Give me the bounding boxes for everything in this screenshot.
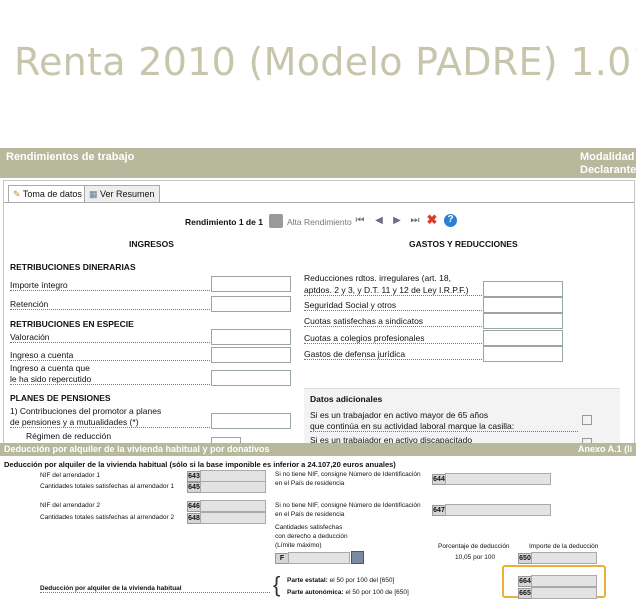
anexo-label: Anexo A.1 (li — [578, 444, 633, 454]
brace-icon: { — [273, 572, 281, 597]
cant-derecho-input[interactable] — [288, 552, 350, 564]
mayor65-checkbox[interactable] — [582, 415, 592, 425]
porcentaje-value: 10,05 por 100 — [455, 554, 496, 561]
retencion-input[interactable] — [211, 296, 291, 312]
valoracion-input[interactable] — [211, 329, 291, 345]
gastos-defensa-label: Gastos de defensa jurídica — [304, 349, 482, 360]
declarante-label: Declarante — [580, 164, 636, 176]
add-document-icon[interactable] — [269, 214, 283, 228]
retrib-dinerarias-heading: RETRIBUCIONES DINERARIAS — [10, 262, 136, 272]
app-title: Renta 2010 (Modelo PADRE) 1.01 — [14, 40, 636, 84]
no-nif1-input[interactable] — [445, 473, 551, 485]
parte-estatal-input[interactable] — [531, 575, 597, 587]
calculator-icon[interactable] — [351, 551, 364, 564]
cant1-label: Cantidades totales satisfechas al arrend… — [40, 483, 175, 490]
reducciones-label-1: Reducciones rdtos. irregulares (art. 18, — [304, 273, 451, 283]
cant-derecho-label-1: Cantidades satisfechas — [275, 524, 343, 531]
retrib-especie-heading: RETRIBUCIONES EN ESPECIE — [10, 319, 134, 329]
no-nif2-input[interactable] — [445, 504, 551, 516]
parte-estatal-label: Parte estatal: el 50 por 100 del [650] — [287, 577, 395, 584]
reducciones-label-2: aptdos. 2 y 3, y D.T. 11 y 12 de Ley I.R… — [304, 285, 482, 296]
cant1-input[interactable] — [200, 481, 266, 493]
no-nif1-label-2: en el País de residencia — [275, 480, 345, 487]
no-nif2-label-2: en el País de residencia — [275, 511, 345, 518]
porcentaje-label: Porcentaje de deducción — [438, 543, 510, 550]
tab-toma-datos[interactable]: ✎ Toma de datos — [8, 185, 87, 203]
valoracion-label: Valoración — [10, 332, 210, 343]
code-648: 648 — [187, 513, 201, 524]
ingreso-cuenta-input[interactable] — [211, 347, 291, 363]
code-646: 646 — [187, 501, 201, 512]
gastos-defensa-input[interactable] — [483, 346, 563, 362]
modalidad-label: Modalidad — [580, 151, 635, 163]
seguridad-social-input[interactable] — [483, 297, 563, 313]
tab-divider — [4, 202, 634, 203]
nif2-input[interactable] — [200, 500, 266, 512]
ingreso-repercutido-label-2: le ha sido repercutido — [10, 374, 210, 385]
importe-integro-input[interactable] — [211, 276, 291, 292]
mayor65-label-2: que continúa en su actividad laboral mar… — [310, 421, 578, 432]
ingreso-repercutido-input[interactable] — [211, 370, 291, 386]
rendimiento-counter: Rendimiento 1 de 1 — [185, 217, 263, 227]
ingreso-cuenta-label: Ingreso a cuenta — [10, 350, 210, 361]
cant2-input[interactable] — [200, 512, 266, 524]
planes-pensiones-heading: PLANES DE PENSIONES — [10, 393, 111, 403]
importe-integro-label: Importe íntegro — [10, 280, 210, 291]
retencion-label: Retención — [10, 299, 210, 310]
code-650: 650 — [518, 553, 532, 564]
cant-derecho-label-3: (Límite máximo) — [275, 542, 322, 549]
cuotas-colegios-label: Cuotas a colegios profesionales — [304, 333, 482, 344]
main-panel: ✎ Toma de datos ▦ Ver Resumen Rendimient… — [3, 180, 635, 445]
ingreso-repercutido-label-1: Ingreso a cuenta que — [10, 363, 90, 373]
cuotas-sindicatos-input[interactable] — [483, 313, 563, 329]
no-nif1-label-1: Si no tiene NIF, consigne Número de Iden… — [275, 471, 421, 478]
ingresos-heading: INGRESOS — [129, 239, 174, 249]
cuotas-colegios-input[interactable] — [483, 330, 563, 346]
code-665: 665 — [518, 588, 532, 599]
prev-record-icon[interactable]: ◀ — [373, 215, 385, 227]
reducciones-input[interactable] — [483, 281, 563, 297]
contribuciones-input[interactable] — [211, 413, 291, 429]
contribuciones-label-2: de pensiones y a mutualidades (*) — [10, 417, 210, 428]
code-644: 644 — [432, 474, 446, 485]
deduccion-bar-title: Deducción por alquiler de la vivienda ha… — [4, 444, 270, 454]
regimen-reduccion-label: Régimen de reducción — [26, 431, 112, 441]
parte-autonomica-input[interactable] — [531, 587, 597, 599]
contribuciones-label-1: 1) Contribuciones del promotor a planes — [10, 406, 162, 416]
cant2-label: Cantidades totales satisfechas al arrend… — [40, 514, 175, 521]
delete-icon[interactable]: ✖ — [426, 213, 438, 226]
section-header-bar: Rendimientos de trabajo Modalidad Declar… — [0, 148, 636, 178]
last-record-icon[interactable]: ⏭ — [409, 215, 421, 227]
deduccion-heading: Deducción por alquiler de la vivienda ha… — [4, 460, 396, 469]
no-nif2-label-1: Si no tiene NIF, consigne Número de Iden… — [275, 502, 421, 509]
deduccion-total-label: Deducción por alquiler de la vivienda ha… — [40, 585, 270, 593]
tab-ver-resumen[interactable]: ▦ Ver Resumen — [84, 185, 160, 203]
deduccion-header-bar: Deducción por alquiler de la vivienda ha… — [0, 443, 636, 456]
seguridad-social-label: Seguridad Social y otros — [304, 300, 482, 311]
code-647: 647 — [432, 505, 446, 516]
importe-deduccion-input[interactable] — [531, 552, 597, 564]
code-664: 664 — [518, 576, 532, 587]
mayor65-label-1: Si es un trabajador en activo mayor de 6… — [310, 410, 489, 420]
alta-rendimiento-button[interactable]: Alta Rendimiento — [287, 217, 352, 227]
importe-label: Importe de la deducción — [529, 543, 599, 550]
datos-adicionales-heading: Datos adicionales — [310, 394, 383, 404]
grid-icon: ▦ — [89, 189, 98, 199]
first-record-icon[interactable]: ⏮ — [354, 215, 366, 227]
f-marker: F — [275, 553, 289, 564]
help-icon[interactable]: ? — [444, 214, 457, 227]
cant-derecho-label-2: con derecho a deducción — [275, 533, 348, 540]
nif1-label: NIF del arrendador 1 — [40, 472, 100, 479]
code-645: 645 — [187, 482, 201, 493]
parte-autonomica-label: Parte autonómica: el 50 por 100 de [650] — [287, 589, 409, 596]
gastos-heading: GASTOS Y REDUCCIONES — [409, 239, 518, 249]
nif2-label: NIF del arrendador 2 — [40, 502, 100, 509]
next-record-icon[interactable]: ▶ — [391, 215, 403, 227]
pencil-icon: ✎ — [13, 189, 21, 199]
section-title: Rendimientos de trabajo — [6, 151, 135, 163]
code-643: 643 — [187, 471, 201, 482]
cuotas-sindicatos-label: Cuotas satisfechas a sindicatos — [304, 316, 482, 327]
